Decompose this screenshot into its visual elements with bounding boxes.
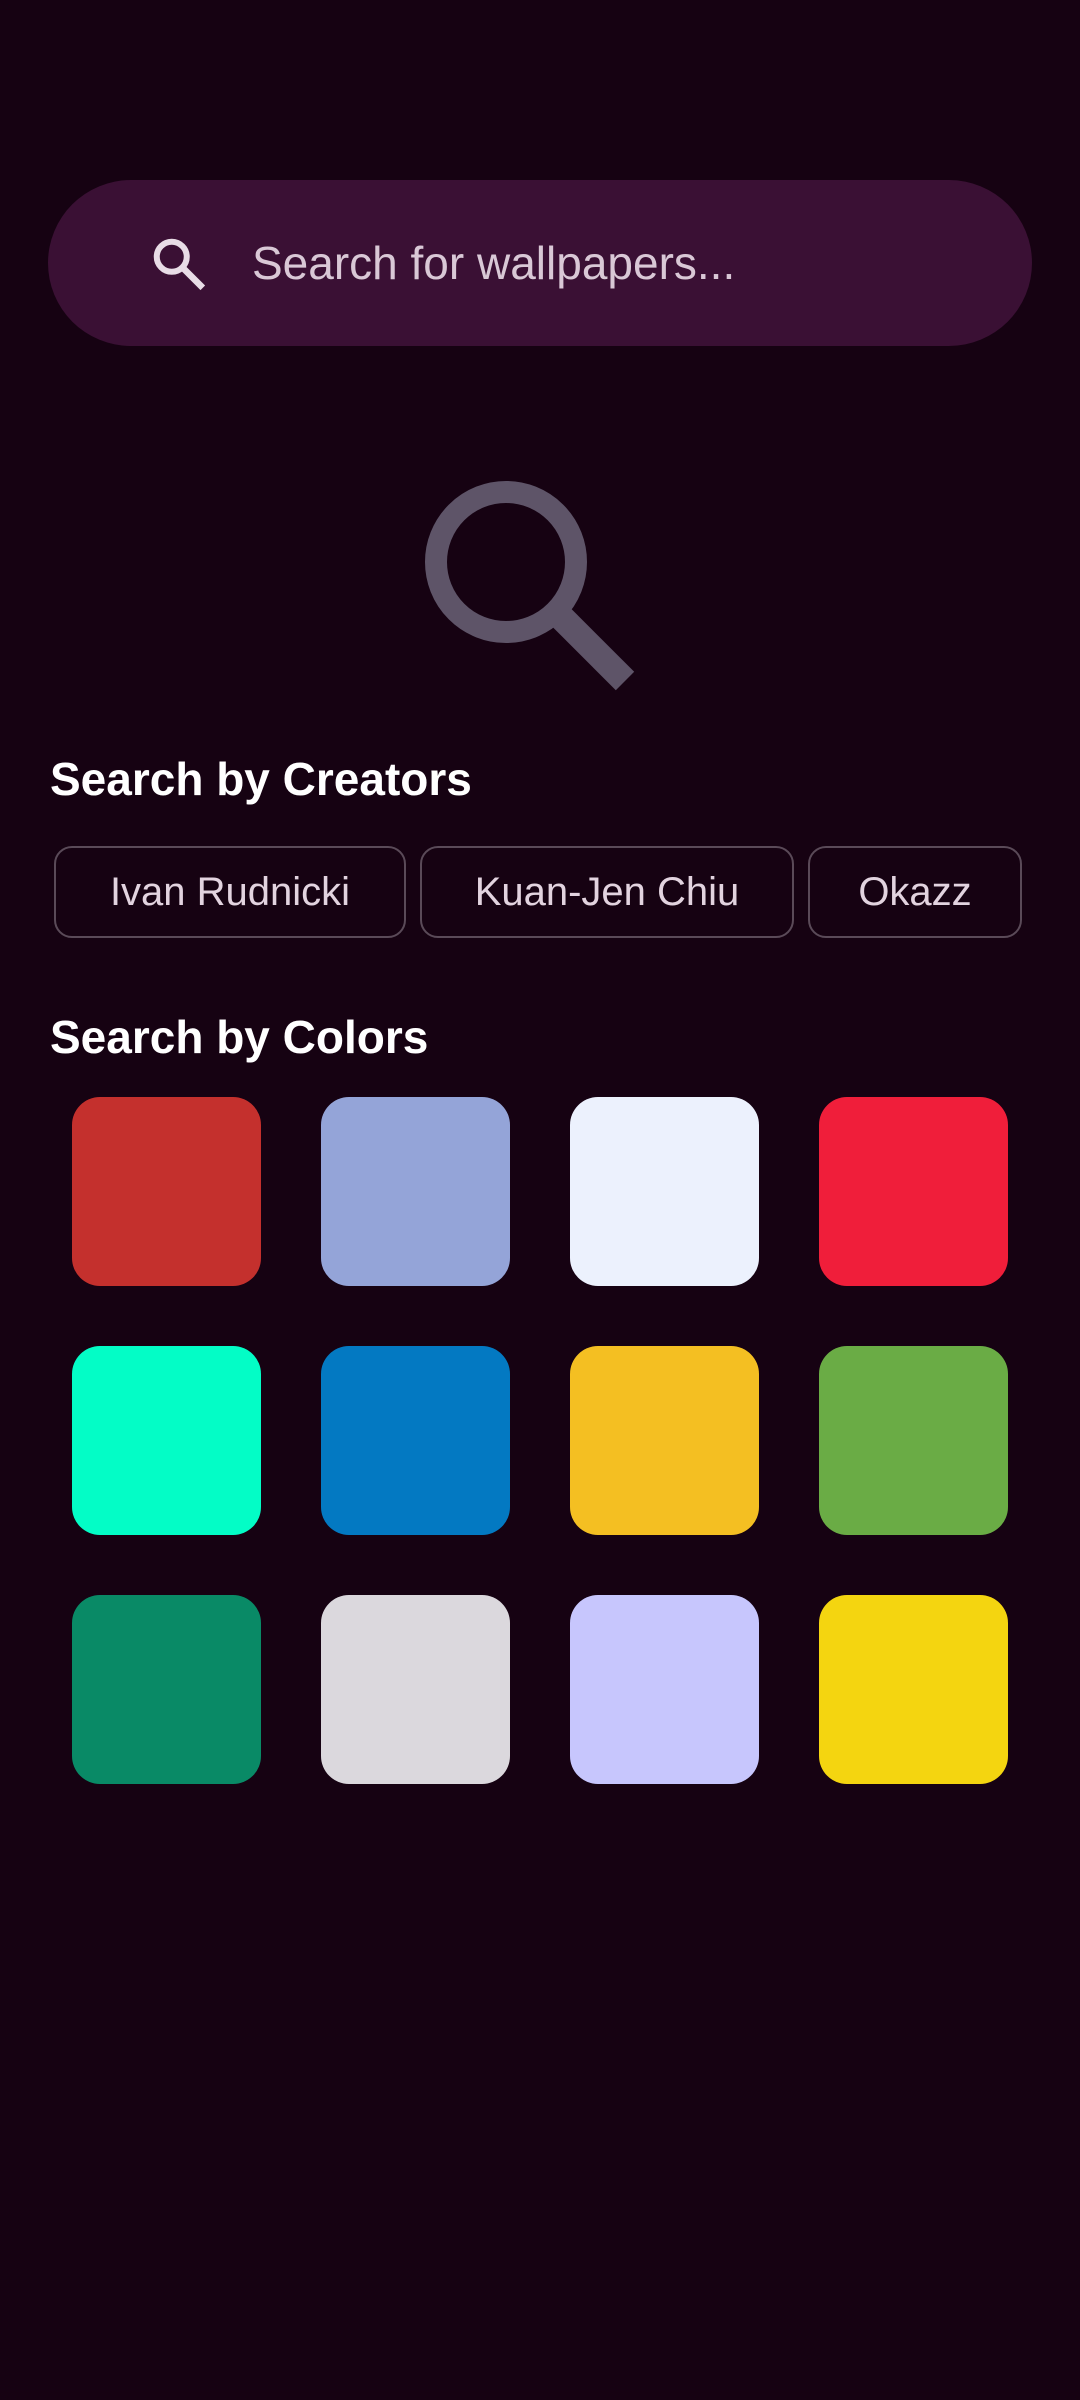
search-illustration-icon [420, 476, 660, 716]
creator-chip[interactable]: Okazz [808, 846, 1022, 938]
search-input[interactable] [252, 180, 992, 346]
color-swatch[interactable] [321, 1595, 510, 1784]
color-swatch[interactable] [321, 1346, 510, 1535]
color-grid [72, 1097, 1008, 1784]
color-swatch[interactable] [72, 1346, 261, 1535]
creator-chip[interactable]: Ivan Rudnicki [54, 846, 406, 938]
color-swatch[interactable] [321, 1097, 510, 1286]
creators-section-title: Search by Creators [50, 753, 472, 805]
color-swatch[interactable] [72, 1595, 261, 1784]
creators-list: Ivan Rudnicki Kuan-Jen Chiu Okazz [54, 846, 1032, 942]
color-swatch[interactable] [570, 1346, 759, 1535]
color-swatch[interactable] [570, 1097, 759, 1286]
color-swatch[interactable] [570, 1595, 759, 1784]
creator-chip[interactable]: Kuan-Jen Chiu [420, 846, 794, 938]
color-swatch[interactable] [819, 1346, 1008, 1535]
colors-section-title: Search by Colors [50, 1011, 429, 1063]
search-bar[interactable] [48, 180, 1032, 346]
search-icon [146, 231, 210, 295]
color-swatch[interactable] [72, 1097, 261, 1286]
color-swatch[interactable] [819, 1595, 1008, 1784]
color-swatch[interactable] [819, 1097, 1008, 1286]
